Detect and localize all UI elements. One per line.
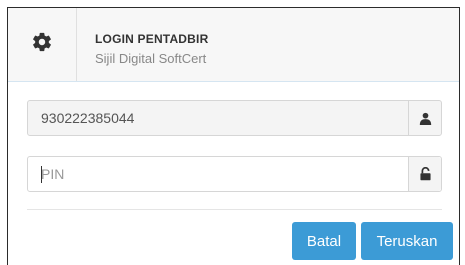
gear-icon: [31, 31, 53, 58]
cancel-button[interactable]: Batal: [292, 222, 356, 260]
username-input-group: [27, 100, 442, 136]
text-caret: [41, 166, 42, 183]
unlock-icon: [408, 157, 441, 191]
continue-button[interactable]: Teruskan: [361, 222, 453, 260]
header-title: LOGIN PENTADBIR: [95, 32, 209, 46]
header-subtitle: Sijil Digital SoftCert: [95, 51, 207, 66]
form-divider: [27, 209, 442, 210]
panel-header: LOGIN PENTADBIR Sijil Digital SoftCert: [8, 8, 459, 82]
login-panel: LOGIN PENTADBIR Sijil Digital SoftCert B…: [7, 7, 460, 265]
header-icon-cell: [8, 8, 77, 81]
username-input[interactable]: [28, 101, 408, 135]
user-icon: [408, 101, 441, 135]
pin-input-group: [27, 156, 442, 192]
pin-input[interactable]: [28, 163, 408, 185]
